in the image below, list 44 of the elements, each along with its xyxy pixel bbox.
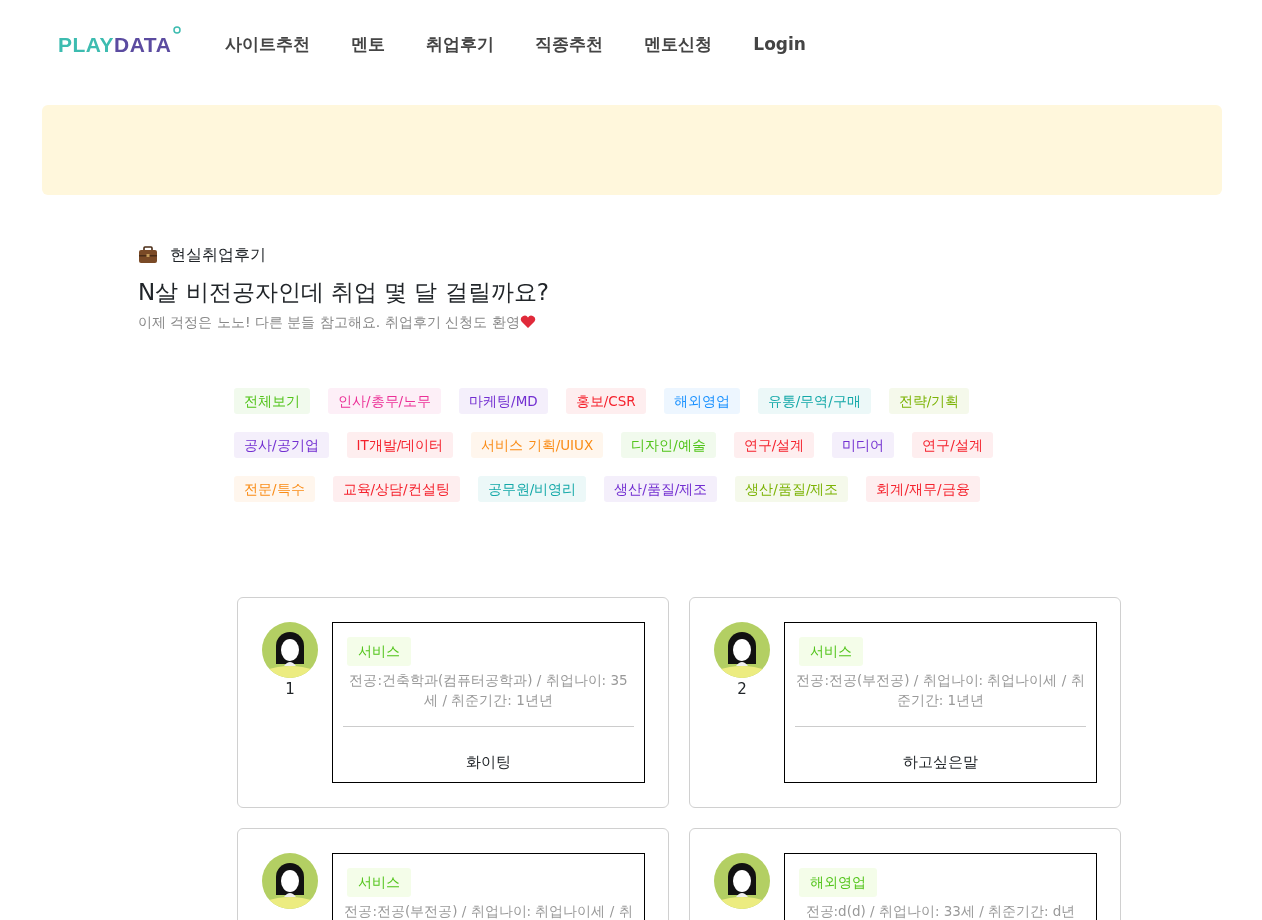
category-tag[interactable]: 전략/기획	[888, 387, 970, 414]
category-tag: 서비스	[347, 637, 411, 667]
heart-icon	[519, 315, 536, 329]
category-tag[interactable]: 교육/상담/컨설팅	[332, 476, 460, 503]
category-tag[interactable]: 회계/재무/금융	[866, 476, 980, 503]
category-tag: 해외영업	[799, 868, 877, 898]
category-tag[interactable]: 해외영업	[663, 387, 740, 414]
review-detail: 전공:전공(부전공) / 취업나이: 취업나이세 / 취준기간: 1년년	[795, 671, 1086, 711]
category-tag[interactable]: 공무원/비영리	[477, 476, 587, 503]
nav-link[interactable]: 멘토신청	[644, 32, 713, 58]
category-tag[interactable]: 디자인/예술	[621, 431, 716, 458]
category-tag: 서비스	[347, 868, 411, 898]
review-detail: 전공:건축학과(컴퓨터공학과) / 취업나이: 35세 / 취준기간: 1년년	[348, 671, 629, 711]
nav-link[interactable]: 취업후기	[426, 32, 495, 58]
category-tag[interactable]: 마케팅/MD	[459, 387, 548, 414]
category-tag[interactable]: IT개발/데이터	[346, 431, 454, 458]
review-message: 화이팅	[343, 726, 634, 774]
review-message: 하고싶은말	[795, 726, 1086, 774]
category-tag[interactable]: 연구/설계	[733, 431, 815, 458]
category-tag[interactable]: 홍보/CSR	[565, 387, 646, 414]
nav-link[interactable]: 멘토	[351, 32, 386, 58]
review-detail: 전공:전공(부전공) / 취업나이: 취업나이세 / 취	[343, 902, 634, 920]
review-number: 2	[737, 679, 747, 701]
category-tag[interactable]: 생산/품질/제조	[604, 476, 718, 503]
category-tag[interactable]: 전체보기	[234, 387, 310, 414]
category-tag[interactable]: 유통/무역/구매	[757, 387, 871, 414]
nav-link[interactable]: 직종추천	[535, 32, 604, 58]
nav-link[interactable]: 사이트추천	[225, 32, 311, 58]
category-tag[interactable]: 생산/품질/제조	[735, 476, 849, 503]
review-detail: 전공:d(d) / 취업나이: 33세 / 취준기간: d년	[804, 902, 1077, 920]
category-tag[interactable]: 인사/총무/노무	[328, 387, 442, 414]
subtitle: 이제 걱정은 노노! 다른 분들 참고해요. 취업후기 신청도 환영	[138, 312, 520, 332]
category-tag[interactable]: 연구/설계	[912, 431, 993, 458]
page-title: N살 비전공자인데 취업 몇 달 걸릴까요?	[138, 278, 550, 307]
category-tag[interactable]: 서비스 기획/UIUX	[471, 431, 604, 458]
review-number: 1	[285, 679, 295, 701]
category-tag[interactable]: 전문/특수	[234, 476, 315, 503]
category-label: 현실취업후기	[170, 244, 266, 266]
category-tag: 서비스	[799, 637, 863, 667]
category-tag[interactable]: 미디어	[832, 431, 895, 458]
category-tag[interactable]: 공사/공기업	[234, 431, 329, 458]
logo[interactable]: PLAYDATA	[58, 29, 182, 61]
briefcase-icon	[138, 246, 158, 264]
nav-link[interactable]: Login	[753, 32, 806, 58]
